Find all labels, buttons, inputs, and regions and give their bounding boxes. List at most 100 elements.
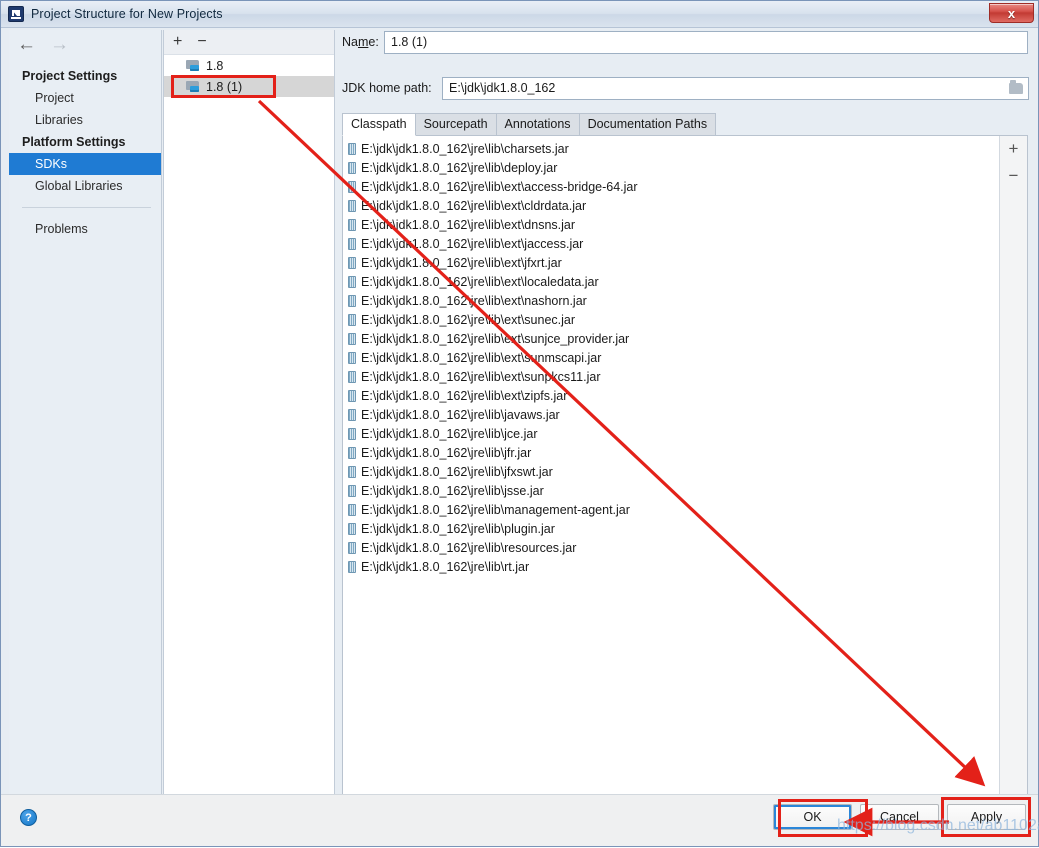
remove-classpath-button[interactable]: − [1009,167,1019,184]
add-classpath-button[interactable]: + [1009,140,1019,157]
sdk-tree-item-1-8[interactable]: 1.8 [164,55,334,76]
watermark-text: https://blog.csdn.net/ab1102a [837,817,1039,834]
classpath-row[interactable]: E:\jdk\jdk1.8.0_162\jre\lib\ext\sunec.ja… [343,310,999,329]
jar-file-icon [348,199,356,212]
jar-file-icon [348,218,356,231]
sidebar-item-libraries[interactable]: Libraries [9,109,161,131]
jar-file-icon [348,541,356,554]
classpath-entry-label: E:\jdk\jdk1.8.0_162\jre\lib\jce.jar [361,426,538,441]
title-bar: Project Structure for New Projects x [1,1,1038,28]
classpath-row[interactable]: E:\jdk\jdk1.8.0_162\jre\lib\ext\dnsns.ja… [343,215,999,234]
sdk-tree-toolbar: + − [164,30,334,55]
classpath-entry-label: E:\jdk\jdk1.8.0_162\jre\lib\ext\jfxrt.ja… [361,255,562,270]
classpath-row[interactable]: E:\jdk\jdk1.8.0_162\jre\lib\jfr.jar [343,443,999,462]
classpath-entry-label: E:\jdk\jdk1.8.0_162\jre\lib\ext\localeda… [361,274,599,289]
classpath-row[interactable]: E:\jdk\jdk1.8.0_162\jre\lib\ext\cldrdata… [343,196,999,215]
tab-classpath[interactable]: Classpath [342,113,416,136]
jar-file-icon [348,142,356,155]
sdk-tree-item-label: 1.8 (1) [206,79,243,94]
classpath-entry-label: E:\jdk\jdk1.8.0_162\jre\lib\ext\sunpkcs1… [361,369,601,384]
jar-file-icon [348,522,356,535]
jar-file-icon [348,408,356,421]
classpath-entry-label: E:\jdk\jdk1.8.0_162\jre\lib\charsets.jar [361,141,569,156]
name-field-row: Name: 1.8 (1) [342,30,1028,54]
dialog-body: ← → Project Settings Project Libraries P… [1,28,1038,846]
classpath-row[interactable]: E:\jdk\jdk1.8.0_162\jre\lib\ext\sunpkcs1… [343,367,999,386]
classpath-row[interactable]: E:\jdk\jdk1.8.0_162\jre\lib\jfxswt.jar [343,462,999,481]
jar-file-icon [348,332,356,345]
classpath-row[interactable]: E:\jdk\jdk1.8.0_162\jre\lib\ext\access-b… [343,177,999,196]
name-input[interactable]: 1.8 (1) [384,30,1028,54]
arrow-right-icon[interactable]: → [50,35,69,54]
remove-sdk-button[interactable]: − [197,34,206,50]
classpath-row[interactable]: E:\jdk\jdk1.8.0_162\jre\lib\jsse.jar [343,481,999,500]
folder-browse-icon [1009,79,1023,94]
classpath-entry-label: E:\jdk\jdk1.8.0_162\jre\lib\ext\access-b… [361,179,638,194]
jdk-icon [186,80,201,93]
detail-tabs: Classpath Sourcepath Annotations Documen… [342,113,1028,136]
classpath-entry-label: E:\jdk\jdk1.8.0_162\jre\lib\ext\sunec.ja… [361,312,576,327]
classpath-toolbar: + − [999,136,1027,814]
sdk-detail-panel: Name: 1.8 (1) JDK home path: E:\jdk\jdk1… [342,30,1029,815]
jar-file-icon [348,256,356,269]
sdk-tree-item-label: 1.8 [206,58,224,73]
arrow-left-icon[interactable]: ← [17,35,36,54]
classpath-entry-label: E:\jdk\jdk1.8.0_162\jre\lib\jfxswt.jar [361,464,553,479]
sidebar-item-problems[interactable]: Problems [9,218,161,240]
name-label: Name: [342,35,379,49]
nav-group-platform-settings: Platform Settings [22,135,126,149]
classpath-entry-label: E:\jdk\jdk1.8.0_162\jre\lib\rt.jar [361,559,530,574]
help-icon[interactable]: ? [20,809,37,826]
jar-file-icon [348,427,356,440]
tab-sourcepath[interactable]: Sourcepath [414,113,497,135]
classpath-entry-label: E:\jdk\jdk1.8.0_162\jre\lib\plugin.jar [361,521,555,536]
classpath-row[interactable]: E:\jdk\jdk1.8.0_162\jre\lib\ext\localeda… [343,272,999,291]
classpath-entry-label: E:\jdk\jdk1.8.0_162\jre\lib\ext\sunmscap… [361,350,602,365]
tab-documentation-paths[interactable]: Documentation Paths [578,113,717,135]
jdk-home-path-row: JDK home path: E:\jdk\jdk1.8.0_162 [342,76,1029,100]
classpath-row[interactable]: E:\jdk\jdk1.8.0_162\jre\lib\ext\sunmscap… [343,348,999,367]
close-button[interactable]: x [989,3,1034,23]
classpath-entry-label: E:\jdk\jdk1.8.0_162\jre\lib\ext\zipfs.ja… [361,388,568,403]
sidebar-item-project[interactable]: Project [9,87,161,109]
classpath-row[interactable]: E:\jdk\jdk1.8.0_162\jre\lib\management-a… [343,500,999,519]
classpath-entry-label: E:\jdk\jdk1.8.0_162\jre\lib\ext\cldrdata… [361,198,587,213]
classpath-row[interactable]: E:\jdk\jdk1.8.0_162\jre\lib\javaws.jar [343,405,999,424]
classpath-row[interactable]: E:\jdk\jdk1.8.0_162\jre\lib\ext\jfxrt.ja… [343,253,999,272]
add-sdk-button[interactable]: + [173,34,182,50]
classpath-row[interactable]: E:\jdk\jdk1.8.0_162\jre\lib\deploy.jar [343,158,999,177]
jar-file-icon [348,560,356,573]
classpath-row[interactable]: E:\jdk\jdk1.8.0_162\jre\lib\ext\sunjce_p… [343,329,999,348]
jar-file-icon [348,446,356,459]
classpath-row[interactable]: E:\jdk\jdk1.8.0_162\jre\lib\resources.ja… [343,538,999,557]
jar-file-icon [348,484,356,497]
nav-group-project-settings: Project Settings [22,69,118,83]
classpath-row[interactable]: E:\jdk\jdk1.8.0_162\jre\lib\charsets.jar [343,139,999,158]
sdk-tree-panel: + − 1.8 1.8 (1) [163,30,335,796]
jar-file-icon [348,294,356,307]
classpath-entry-label: E:\jdk\jdk1.8.0_162\jre\lib\ext\nashorn.… [361,293,587,308]
classpath-row[interactable]: E:\jdk\jdk1.8.0_162\jre\lib\ext\zipfs.ja… [343,386,999,405]
nav-divider [22,207,151,208]
jdk-icon [186,59,201,72]
browse-folder-button[interactable] [1004,77,1028,100]
jdk-home-path-input[interactable]: E:\jdk\jdk1.8.0_162 [442,76,1029,100]
jar-file-icon [348,275,356,288]
sdk-tree-item-1-8-1[interactable]: 1.8 (1) [164,76,334,97]
sidebar-item-sdks[interactable]: SDKs [9,153,161,175]
classpath-row[interactable]: E:\jdk\jdk1.8.0_162\jre\lib\ext\nashorn.… [343,291,999,310]
classpath-row[interactable]: E:\jdk\jdk1.8.0_162\jre\lib\rt.jar [343,557,999,576]
classpath-row[interactable]: E:\jdk\jdk1.8.0_162\jre\lib\plugin.jar [343,519,999,538]
jdk-home-path-label: JDK home path: [342,81,432,95]
nav-list: Project Settings Project Libraries Platf… [9,65,161,240]
sidebar-item-global-libraries[interactable]: Global Libraries [9,175,161,197]
jar-file-icon [348,313,356,326]
classpath-entry-label: E:\jdk\jdk1.8.0_162\jre\lib\ext\dnsns.ja… [361,217,576,232]
jar-file-icon [348,465,356,478]
classpath-list[interactable]: E:\jdk\jdk1.8.0_162\jre\lib\charsets.jar… [343,136,999,814]
tab-annotations[interactable]: Annotations [495,113,580,135]
classpath-row[interactable]: E:\jdk\jdk1.8.0_162\jre\lib\jce.jar [343,424,999,443]
classpath-entry-label: E:\jdk\jdk1.8.0_162\jre\lib\resources.ja… [361,540,577,555]
classpath-row[interactable]: E:\jdk\jdk1.8.0_162\jre\lib\ext\jaccess.… [343,234,999,253]
jar-file-icon [348,389,356,402]
